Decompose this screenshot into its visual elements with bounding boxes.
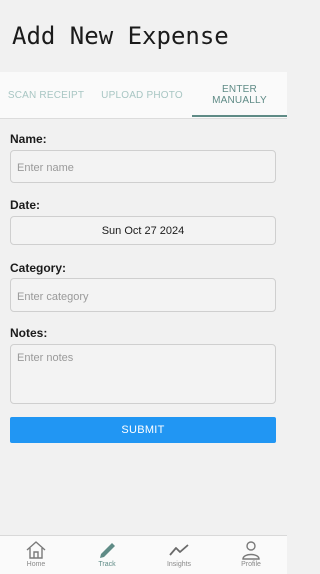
nav-track-label: Track [98,561,116,568]
nav-insights-label: Insights [166,561,192,568]
nav-home[interactable]: Home [0,536,72,574]
bottom-nav: Home Track Insights Profile [0,535,287,574]
nav-insights[interactable]: Insights [143,536,215,574]
nav-profile[interactable]: Profile [215,536,287,574]
page-title: Add New Expense [12,22,229,50]
tab-bar: SCAN RECEIPT UPLOAD PHOTO ENTER MANUALLY [0,72,287,119]
name-placeholder: Enter name [17,162,74,174]
tab-enter-manually[interactable]: ENTER MANUALLY [192,72,287,118]
date-label: Date: [10,198,41,212]
notes-placeholder: Enter notes [17,352,74,364]
nav-profile-label: Profile [241,561,261,568]
home-icon [26,541,46,559]
trend-icon [169,544,189,556]
tab-upload-photo[interactable]: UPLOAD PHOTO [92,72,192,118]
notes-field[interactable]: Enter notes [10,344,276,404]
date-field[interactable]: Sun Oct 27 2024 [10,216,276,245]
pencil-icon [100,543,115,558]
notes-label: Notes: [10,326,48,340]
name-field[interactable]: Enter name [10,150,276,183]
tab-scan-receipt[interactable]: SCAN RECEIPT [0,72,92,118]
category-placeholder: Enter category [17,291,89,303]
nav-home-label: Home [26,561,46,568]
name-label: Name: [10,132,47,146]
person-icon [242,541,260,560]
date-value: Sun Oct 27 2024 [101,224,185,237]
nav-track[interactable]: Track [71,536,143,574]
category-label: Category: [10,261,67,275]
active-tab-indicator [192,115,287,117]
submit-button[interactable]: SUBMIT [10,417,276,443]
category-field[interactable]: Enter category [10,278,276,312]
